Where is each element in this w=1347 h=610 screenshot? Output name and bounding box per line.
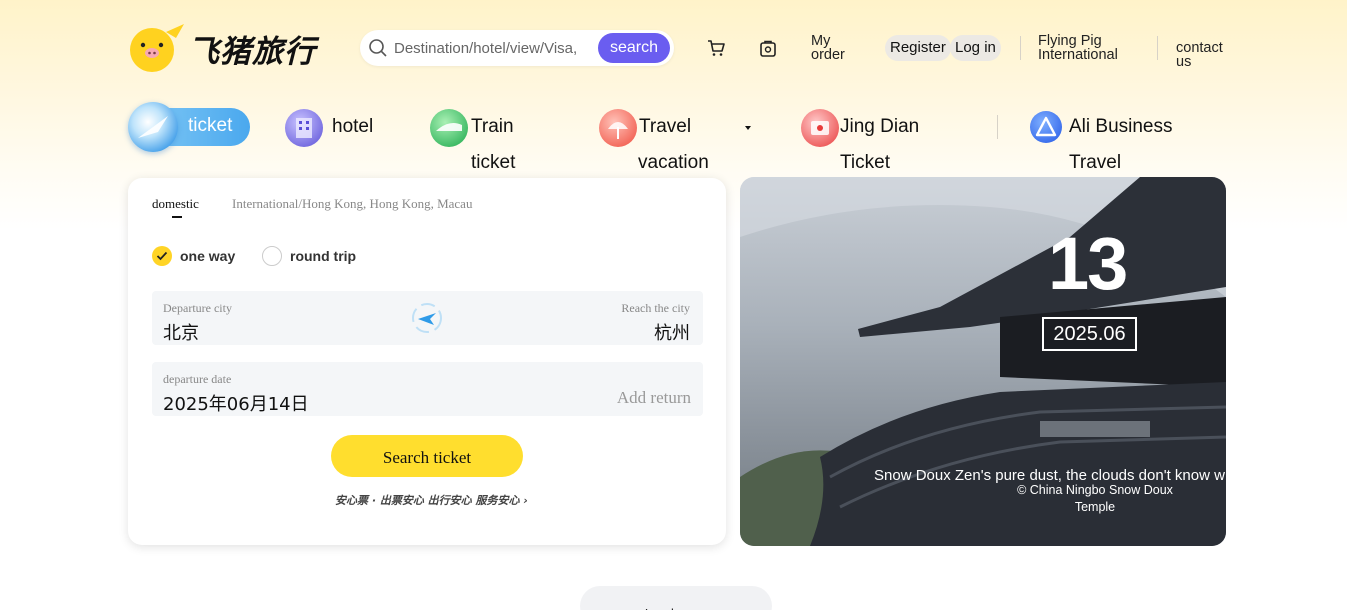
tab-domestic[interactable]: domestic	[152, 196, 199, 218]
vacation-icon	[599, 109, 637, 147]
flight-booking-card: domestic International/Hong Kong, Hong K…	[128, 178, 726, 545]
train-icon	[430, 109, 468, 147]
nav-item-label-line2: ticket	[471, 152, 516, 173]
nav-item-label: Jing Dian	[840, 116, 920, 137]
register-button[interactable]: Register	[885, 35, 951, 61]
banner-location: © China Ningbo Snow Doux Temple	[1017, 483, 1173, 514]
bag-icon[interactable]	[758, 38, 778, 58]
nav-item-label-line2: Travel	[1069, 152, 1122, 173]
one-way-radio[interactable]: one way	[152, 246, 235, 266]
search-button[interactable]: search	[598, 33, 670, 63]
departure-city-label: Departure city	[163, 301, 232, 315]
my-order-link[interactable]: My order	[811, 34, 851, 63]
arrival-city-label: Reach the city	[621, 301, 690, 315]
departure-date-input[interactable]: 2025年06月14日	[163, 390, 309, 416]
nav-item-travel-vacation[interactable]: Travel	[599, 109, 691, 147]
header-divider	[1157, 36, 1158, 60]
round-trip-radio[interactable]: round trip	[262, 246, 356, 266]
radio-label: one way	[180, 248, 236, 264]
banner-day: 13	[1048, 222, 1128, 305]
add-return-button[interactable]: Add return	[617, 388, 691, 408]
nav-item-label: Ali Business	[1069, 116, 1173, 137]
nav-item-label-line2: Ticket	[840, 152, 890, 173]
hotel-icon	[285, 109, 323, 147]
load-more-button[interactable]: Load more	[580, 586, 772, 610]
assurance-link[interactable]: 安心票 · 出票安心 出行安心 服务安心 ›	[335, 492, 528, 508]
check-icon	[152, 246, 172, 266]
nav-item-label: Train	[471, 116, 514, 137]
banner-year-month: 2025.06	[1042, 317, 1137, 351]
nav-item-hotel[interactable]: hotel	[285, 109, 373, 147]
brand-name: 飞猪旅行	[188, 33, 316, 70]
radio-circle-icon	[262, 246, 282, 266]
nav-item-jing-dian-ticket[interactable]: Jing Dian	[801, 109, 919, 147]
search-ticket-button[interactable]: Search ticket	[331, 435, 523, 477]
attraction-ticket-icon	[801, 109, 839, 147]
city-fields: Departure city 北京 Reach the city 杭州	[152, 291, 703, 345]
promo-banner[interactable]: 13 2025.06 Snow Doux Zen's pure dust, th…	[740, 177, 1226, 546]
radio-label: round trip	[290, 248, 357, 264]
swap-cities-icon[interactable]	[410, 301, 444, 335]
contact-us-link[interactable]: contact us	[1176, 41, 1236, 70]
nav-item-label: Travel	[639, 116, 692, 137]
cart-icon[interactable]	[706, 38, 726, 58]
nav-item-ali-business-travel[interactable]: Ali Business	[1030, 109, 1173, 145]
nav-item-label: hotel	[332, 116, 374, 137]
search-icon	[369, 39, 387, 57]
nav-item-train-ticket[interactable]: Train	[430, 109, 514, 147]
login-button[interactable]: Log in	[950, 35, 1001, 61]
header-divider	[1020, 36, 1021, 60]
nav-item-label: ticket	[188, 115, 233, 136]
business-travel-icon	[1030, 111, 1062, 143]
nav-divider	[997, 115, 998, 139]
dropdown-arrow-icon[interactable]	[743, 124, 753, 132]
search-bar: search	[360, 30, 674, 66]
arrival-city-input[interactable]: 杭州	[654, 319, 690, 345]
nav-item-ticket[interactable]: ticket	[128, 102, 250, 152]
brand-logo[interactable]: 飞猪旅行	[126, 24, 316, 72]
departure-city-input[interactable]: 北京	[163, 319, 199, 345]
departure-date-label: departure date	[163, 372, 232, 386]
international-link[interactable]: Flying Pig International	[1038, 34, 1138, 63]
pig-logo-icon	[126, 24, 184, 72]
date-fields: departure date 2025年06月14日 Add return	[152, 362, 703, 416]
plane-icon	[128, 102, 178, 152]
tab-international[interactable]: International/Hong Kong, Hong Kong, Maca…	[232, 196, 472, 212]
search-input[interactable]	[394, 39, 586, 57]
nav-item-label-line2: vacation	[638, 152, 709, 173]
